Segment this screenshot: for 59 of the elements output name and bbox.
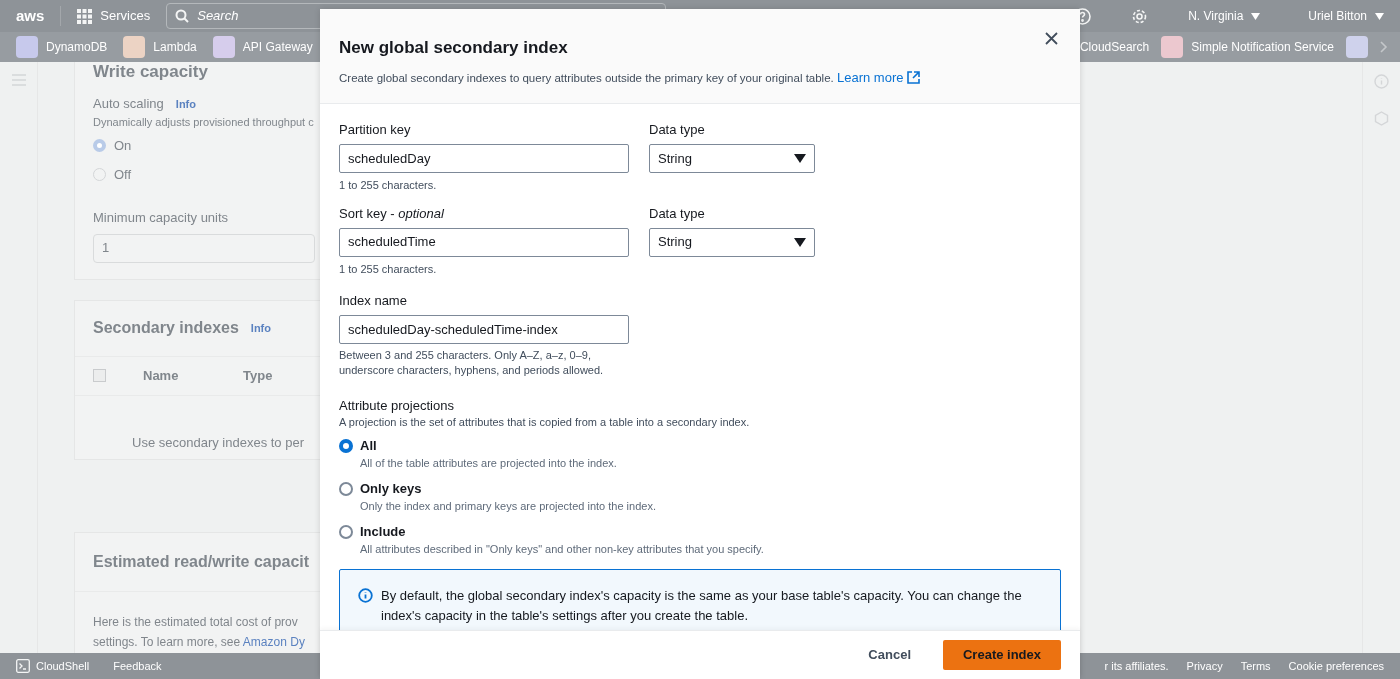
body-text: Here is the estimated total cost of prov xyxy=(93,613,298,631)
logo[interactable]: aws xyxy=(16,4,45,28)
info-link[interactable]: Info xyxy=(250,319,271,337)
field-hint: 1 to 255 characters. xyxy=(339,178,438,193)
body-text: settings. To learn more, see Amazon Dy xyxy=(93,633,305,651)
info-link[interactable]: Info xyxy=(175,95,196,112)
account-menu[interactable]: Uriel Bitton xyxy=(1308,7,1384,25)
input-field[interactable]: scheduledTime xyxy=(339,227,629,257)
column-header: Name xyxy=(143,366,180,385)
radio-description: All attributes described in "Only keys" and other non-key attributes that you specify. xyxy=(360,541,764,557)
field-label: Sort key - optional xyxy=(339,205,445,222)
field-label: Attribute projections xyxy=(339,398,455,414)
field-description: A projection is the set of attributes that is copied from a table into a secondary index. xyxy=(339,415,751,430)
alert-text: By default, the global secondary index's capacity is the same as your base table's capacity. You can change the index's capacity in the table's settings after you create the table. xyxy=(381,586,1023,625)
empty-state-text: Use secondary indexes to per xyxy=(132,433,304,452)
copyright-text: r its affiliates. xyxy=(1104,658,1169,674)
radio-label: On xyxy=(114,137,132,155)
learn-more-link[interactable]: Learn more xyxy=(837,69,921,85)
radio-label: Only keys xyxy=(360,479,423,498)
section-title: Estimated read/write capacit xyxy=(93,551,310,572)
field-label: Minimum capacity units xyxy=(93,209,229,227)
field-label: Index name xyxy=(339,293,408,309)
field-description: Dynamically adjusts provisioned throughput c xyxy=(93,114,314,130)
docs-link[interactable]: Amazon Dy xyxy=(242,634,305,649)
input-field[interactable]: scheduledDay-scheduledTime-index xyxy=(339,315,629,344)
footer-link[interactable]: Privacy xyxy=(1186,657,1223,675)
favorite-link[interactable]: Lambda xyxy=(153,38,197,56)
feedback-link[interactable]: Feedback xyxy=(113,657,162,675)
favorite-link[interactable]: DynamoDB xyxy=(46,38,108,56)
services-menu[interactable]: Services xyxy=(100,6,151,26)
column-header: Type xyxy=(243,366,273,385)
field-label: Partition key xyxy=(339,122,412,138)
radio-description: Only the index and primary keys are projected into the index. xyxy=(360,498,656,514)
field-label: Data type xyxy=(649,122,706,138)
section-title: Secondary indexes xyxy=(93,318,239,338)
footer-link[interactable]: Cookie preferences xyxy=(1288,657,1384,675)
region-selector[interactable]: N. Virginia xyxy=(1188,7,1261,25)
favorite-link[interactable]: CloudSearch xyxy=(1079,38,1150,56)
field-label: Auto scaling xyxy=(93,95,164,113)
field-label: Data type xyxy=(649,205,706,222)
field-hint: 1 to 255 characters. xyxy=(339,261,438,277)
field-hint: Between 3 and 255 characters. Only A–Z, a–z, 0–9, underscore characters, hyphens, and periods allowed. xyxy=(339,348,605,378)
input-field[interactable]: scheduledDay xyxy=(339,144,629,173)
favorite-link[interactable]: Simple Notification Service xyxy=(1191,38,1334,56)
favorite-link[interactable]: API Gateway xyxy=(242,38,313,56)
radio-label: Include xyxy=(360,522,407,541)
radio-description: All of the table attributes are projected into the index. xyxy=(360,455,617,471)
radio-label: All xyxy=(360,436,378,455)
data-type-select[interactable]: String xyxy=(649,144,815,173)
create-index-button[interactable]: Create index xyxy=(943,640,1061,670)
radio-label: Off xyxy=(114,165,132,184)
cloudshell-link[interactable]: CloudShell xyxy=(36,657,90,675)
dialog-description: Create global secondary indexes to query attributes outside the primary key of your original table. Learn more xyxy=(339,67,1061,87)
input-field[interactable]: 1 xyxy=(93,233,315,263)
cancel-button[interactable]: Cancel xyxy=(852,640,927,670)
data-type-select[interactable]: String xyxy=(649,227,815,257)
section-title: Write capacity xyxy=(93,62,208,82)
dialog-title: New global secondary index xyxy=(339,37,568,59)
footer-link[interactable]: Terms xyxy=(1240,657,1271,675)
